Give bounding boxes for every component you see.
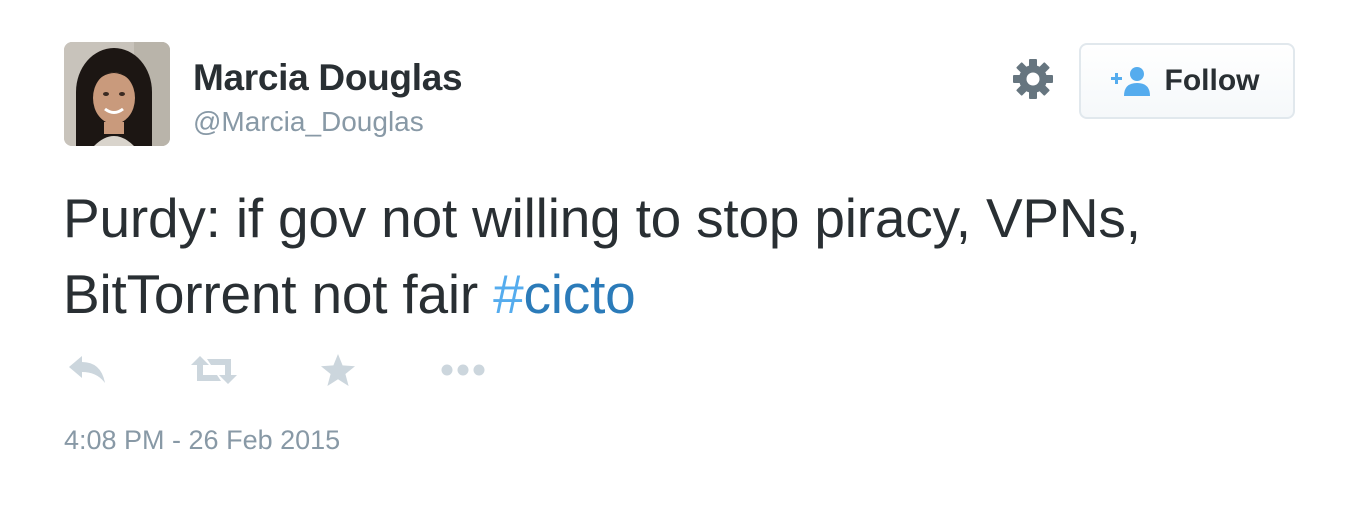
- user-display-name[interactable]: Marcia Douglas: [193, 57, 463, 99]
- tweet-text: Purdy: if gov not willing to stop piracy…: [63, 180, 1283, 332]
- more-button[interactable]: [440, 352, 486, 392]
- favorite-star-icon: [320, 353, 356, 392]
- more-icon: [440, 363, 486, 382]
- avatar[interactable]: [64, 42, 170, 146]
- reply-button[interactable]: [67, 352, 107, 392]
- tweet-card: Marcia Douglas @Marcia_Douglas Follow Pu…: [0, 0, 1350, 508]
- follow-button[interactable]: Follow: [1079, 43, 1295, 119]
- tweet-timestamp[interactable]: 4:08 PM - 26 Feb 2015: [64, 425, 340, 456]
- add-user-icon: [1110, 66, 1153, 96]
- avatar-photo: [64, 42, 170, 146]
- hashtag-symbol: #: [493, 263, 524, 325]
- gear-icon[interactable]: [1012, 58, 1054, 100]
- reply-icon: [67, 355, 107, 390]
- hashtag-text: cicto: [523, 263, 636, 325]
- follow-label: Follow: [1164, 64, 1260, 97]
- retweet-icon: [191, 355, 237, 390]
- favorite-button[interactable]: [320, 352, 356, 392]
- retweet-button[interactable]: [191, 352, 237, 392]
- hashtag-link[interactable]: #cicto: [493, 263, 636, 325]
- user-handle[interactable]: @Marcia_Douglas: [193, 106, 424, 138]
